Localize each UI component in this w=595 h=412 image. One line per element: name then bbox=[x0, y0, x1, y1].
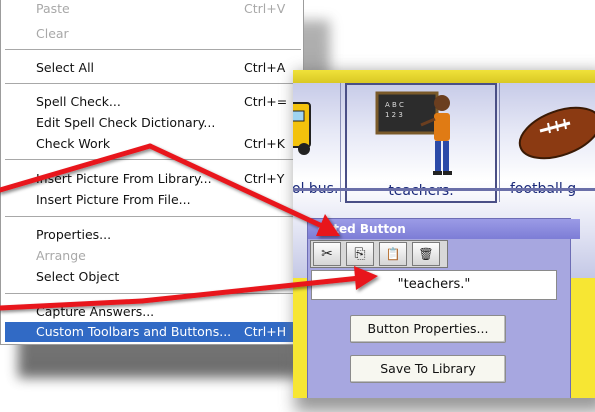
app-panel: ol bus. A B C 1 2 3 teachers. football g… bbox=[293, 70, 595, 398]
paste-icon: 📋 bbox=[385, 247, 401, 261]
school-bus-icon bbox=[293, 102, 311, 155]
button-caption: teachers. bbox=[388, 183, 454, 199]
menu-item-label: Arrange bbox=[36, 248, 86, 263]
menu-item-label: Properties... bbox=[36, 227, 112, 242]
svg-text:1 2 3: 1 2 3 bbox=[385, 111, 403, 119]
teacher-icon: A B C 1 2 3 bbox=[375, 91, 452, 175]
menu-item-shortcut: Ctrl+A bbox=[244, 60, 286, 75]
button-teachers[interactable]: A B C 1 2 3 teachers. bbox=[345, 83, 497, 203]
menu-separator bbox=[5, 159, 301, 160]
copy-button[interactable]: ⎘ bbox=[346, 242, 374, 266]
edit-toolbar: ✂ ⎘ 📋 🗑 bbox=[310, 240, 448, 268]
paste-button[interactable]: 📋 bbox=[379, 242, 407, 266]
menu-separator bbox=[5, 49, 301, 50]
menu-item-capture-answers[interactable]: Capture Answers... bbox=[1, 302, 303, 322]
button-name-field[interactable]: "teachers." bbox=[311, 270, 557, 300]
svg-text:A B C: A B C bbox=[385, 101, 404, 109]
copy-icon: ⎘ bbox=[354, 246, 366, 262]
menu-item-custom-toolbars[interactable]: Custom Toolbars and Buttons... Ctrl+H bbox=[5, 322, 301, 342]
menu-item-label: Insert Picture From File... bbox=[36, 192, 191, 207]
menu-item-label: Paste bbox=[36, 1, 70, 16]
menu-item-label: Spell Check... bbox=[36, 94, 121, 109]
menu-item-shortcut: Ctrl+H bbox=[244, 324, 287, 339]
trash-icon: 🗑 bbox=[418, 247, 434, 261]
menu-item-spell-check[interactable]: Spell Check... Ctrl+= bbox=[1, 92, 303, 112]
menu-item-label: Select All bbox=[36, 60, 95, 75]
menu-item-select-all[interactable]: Select All Ctrl+A bbox=[1, 58, 303, 78]
menu-item-label: Select Object bbox=[36, 269, 120, 284]
menu-item-shortcut: Ctrl+Y bbox=[244, 171, 285, 186]
panel-title: ected Button bbox=[308, 219, 580, 239]
menu-item-select-object[interactable]: Select Object bbox=[1, 267, 303, 287]
menu-item-label: Custom Toolbars and Buttons... bbox=[36, 324, 232, 339]
button-properties-button[interactable]: Button Properties... bbox=[350, 315, 506, 343]
football-icon bbox=[518, 106, 595, 160]
menu-item-paste[interactable]: Paste Ctrl+V bbox=[1, 0, 303, 19]
scissors-icon: ✂ bbox=[321, 246, 333, 262]
menu-item-properties[interactable]: Properties... bbox=[1, 225, 303, 245]
menu-separator bbox=[5, 216, 301, 217]
menu-item-label: Edit Spell Check Dictionary... bbox=[36, 115, 216, 130]
button-football[interactable]: football g bbox=[499, 83, 595, 202]
top-strip bbox=[293, 70, 595, 83]
menu-item-check-work[interactable]: Check Work Ctrl+K bbox=[1, 134, 303, 154]
menu-separator bbox=[5, 83, 301, 84]
menu-item-shortcut: Ctrl+V bbox=[244, 1, 286, 16]
menu-item-clear[interactable]: Clear bbox=[1, 24, 303, 44]
menu-item-label: Capture Answers... bbox=[36, 304, 155, 319]
menu-item-label: Clear bbox=[36, 26, 69, 41]
menu-separator bbox=[5, 293, 301, 294]
menu-item-insert-from-library[interactable]: Insert Picture From Library... Ctrl+Y bbox=[1, 169, 303, 189]
menu-item-label: Insert Picture From Library... bbox=[36, 171, 212, 186]
menu-item-shortcut: Ctrl+K bbox=[244, 136, 285, 151]
context-menu: Paste Ctrl+V Clear Select All Ctrl+A Spe… bbox=[0, 0, 304, 345]
save-to-library-button[interactable]: Save To Library bbox=[350, 355, 506, 383]
menu-item-insert-from-file[interactable]: Insert Picture From File... bbox=[1, 190, 303, 210]
delete-button[interactable]: 🗑 bbox=[412, 242, 440, 266]
menu-item-arrange[interactable]: Arrange bbox=[1, 246, 303, 266]
cut-button[interactable]: ✂ bbox=[313, 242, 341, 266]
menu-item-shortcut: Ctrl+= bbox=[244, 94, 288, 109]
menu-item-edit-dictionary[interactable]: Edit Spell Check Dictionary... bbox=[1, 113, 303, 133]
row-divider bbox=[293, 188, 595, 191]
menu-item-label: Check Work bbox=[36, 136, 111, 151]
selected-button-panel: ected Button ✂ ⎘ 📋 🗑 "teachers." Button … bbox=[307, 218, 580, 398]
button-school-bus[interactable]: ol bus. bbox=[293, 83, 341, 202]
